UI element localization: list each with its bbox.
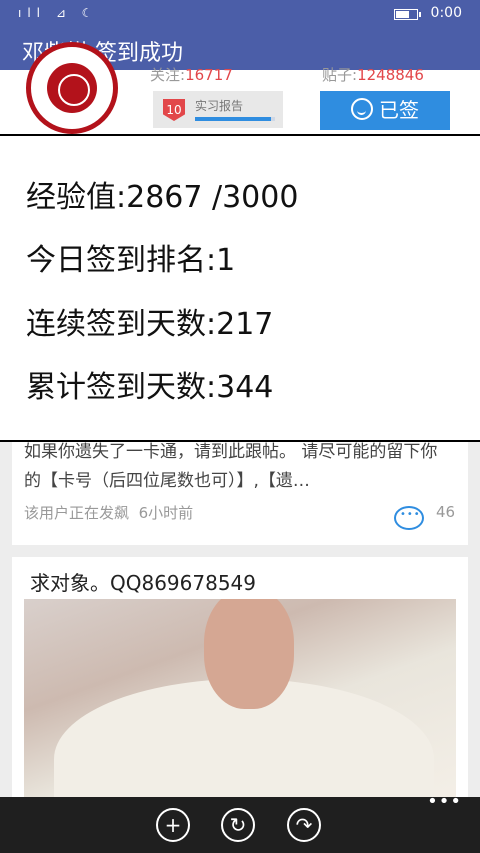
today-rank: 今日签到排名:1: [26, 243, 236, 278]
posts-stat: 贴子:1248846: [322, 66, 424, 84]
post-body: 如果你遗失了一卡通，请到此跟帖。 请尽可能的留下你的【卡号（后四位尾数也可）】,…: [24, 442, 438, 491]
share-icon[interactable]: ↷: [287, 808, 321, 842]
level-report-badge[interactable]: 10 实习报告: [153, 91, 283, 128]
post-title: 求对象。QQ869678549: [30, 571, 257, 595]
total-days: 累计签到天数:344: [26, 370, 274, 405]
comment-icon[interactable]: [394, 506, 424, 530]
status-bar: ıll ⊿ ☾ 0:00: [0, 0, 480, 28]
add-icon[interactable]: +: [156, 808, 190, 842]
smile-icon: [351, 98, 373, 120]
signal-wifi-icons: ıll ⊿ ☾: [18, 6, 99, 20]
follow-stat: 关注:16717: [150, 66, 233, 84]
more-icon[interactable]: •••: [427, 791, 462, 812]
experience-value: 经验值:2867 /3000: [26, 180, 299, 215]
report-label: 实习报告: [195, 99, 244, 113]
signed-button[interactable]: 已签: [320, 91, 450, 130]
refresh-icon[interactable]: ↻: [221, 808, 255, 842]
clock: 0:00: [430, 5, 462, 21]
feed-post[interactable]: 如果你遗失了一卡通，请到此跟帖。 请尽可能的留下你的【卡号（后四位尾数也可）】,…: [12, 440, 468, 545]
level-shield-icon: 10: [163, 99, 185, 121]
consecutive-days: 连续签到天数:217: [26, 307, 274, 342]
battery-icon: [394, 9, 421, 20]
forum-logo: [26, 42, 118, 134]
app-bar: + ↻ ↷ •••: [0, 791, 480, 853]
feed-post[interactable]: 求对象。QQ869678549: [12, 557, 468, 817]
report-progress-bar: [195, 117, 275, 121]
sign-in-result-popup[interactable]: 经验值:2867 /3000 今日签到排名:1 连续签到天数:217 累计签到天…: [0, 134, 480, 442]
comment-count: 46: [436, 503, 456, 521]
post-meta: 该用户正在发飙 6小时前: [24, 504, 194, 522]
post-photo[interactable]: [24, 599, 456, 817]
